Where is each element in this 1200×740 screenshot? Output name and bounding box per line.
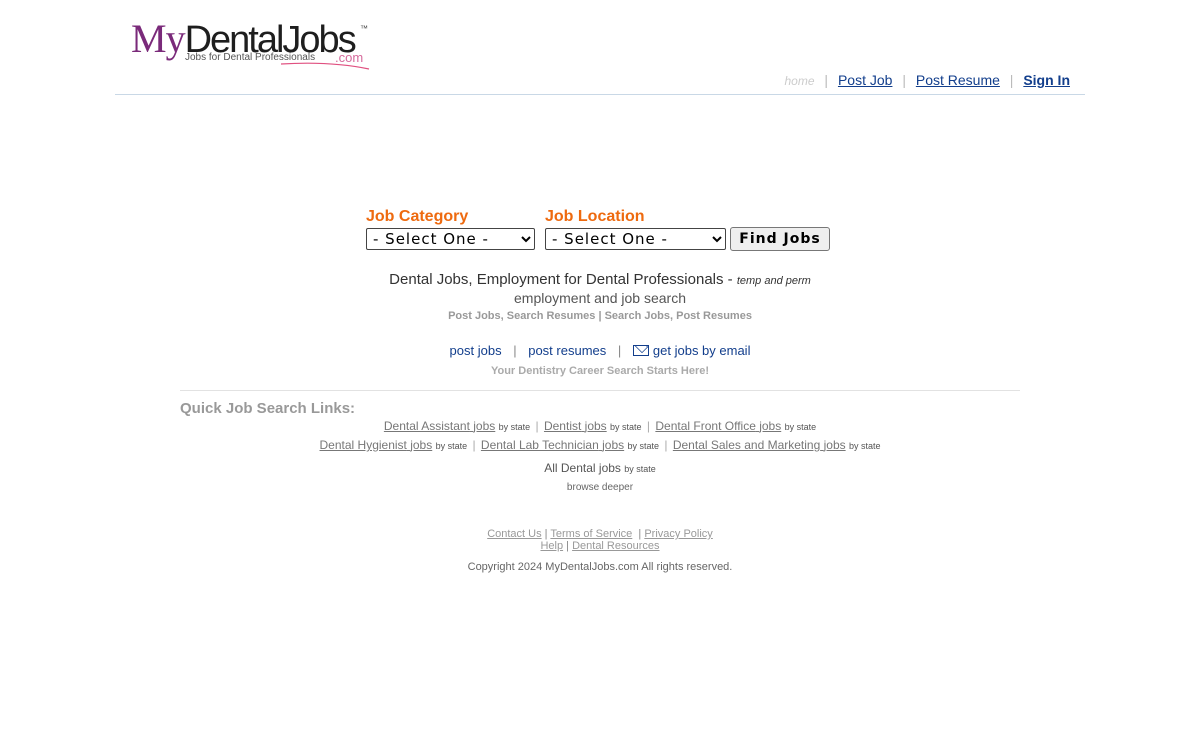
link-name: Dental Front Office bbox=[655, 419, 756, 433]
quick-links-row-2: Dental Hygienist jobs by state | Dental … bbox=[0, 438, 1200, 452]
nav-home[interactable]: home bbox=[785, 74, 815, 88]
link-name: Dental Hygienist bbox=[319, 438, 407, 452]
career-tagline: Your Dentistry Career Search Starts Here… bbox=[490, 365, 710, 377]
all-dental-jobs-row: All Dental jobs by state bbox=[0, 461, 1200, 475]
by-state-link[interactable]: by state bbox=[499, 422, 531, 432]
link-separator: | bbox=[535, 419, 539, 433]
quick-links-title: Quick Job Search Links: bbox=[180, 400, 356, 417]
get-jobs-by-email-label: get jobs by email bbox=[652, 343, 751, 358]
link-jobs: jobs bbox=[759, 419, 782, 433]
nav-separator: | bbox=[1009, 72, 1014, 88]
link-name: All Dental bbox=[544, 461, 596, 475]
link-name: Dental Sales and Marketing bbox=[672, 438, 821, 452]
by-state-link[interactable]: by state bbox=[610, 422, 642, 432]
dental-lab-technician-jobs-link[interactable]: Dental Lab Technician jobs bbox=[481, 438, 624, 452]
link-jobs: jobs bbox=[410, 438, 433, 452]
dental-front-office-jobs-link[interactable]: Dental Front Office jobs bbox=[655, 419, 781, 433]
link-separator: | bbox=[664, 438, 668, 452]
nav-separator: | bbox=[902, 72, 906, 88]
logo-swoosh-icon bbox=[280, 62, 370, 70]
link-jobs: jobs bbox=[602, 438, 625, 452]
post-resumes-link[interactable]: post resumes bbox=[528, 343, 606, 358]
browse-deeper-link[interactable]: browse deeper bbox=[0, 482, 1200, 493]
nav-post-job[interactable]: Post Job bbox=[838, 72, 892, 88]
tagline-line3: Post Jobs, Search Resumes | Search Jobs,… bbox=[448, 310, 752, 322]
by-state-link[interactable]: by state bbox=[785, 422, 817, 432]
footer-links-row-2: Help | Dental Resources bbox=[540, 540, 660, 552]
nav-separator: | bbox=[824, 72, 829, 88]
site-logo[interactable]: MyDentalJobs ™ Jobs for Dental Professio… bbox=[131, 18, 371, 70]
page-tagline: Dental Jobs, Employment for Dental Profe… bbox=[0, 271, 1200, 288]
contact-us-link[interactable]: Contact Us bbox=[487, 528, 541, 540]
dentist-jobs-link[interactable]: Dentist jobs bbox=[544, 419, 607, 433]
logo-trademark: ™ bbox=[360, 24, 368, 33]
link-separator: | bbox=[472, 438, 476, 452]
help-link[interactable]: Help bbox=[540, 540, 563, 552]
quick-links-row-1: Dental Assistant jobs by state | Dentist… bbox=[0, 419, 1200, 433]
footer-links-row-1: Contact Us | Terms of Service | Privacy … bbox=[487, 528, 713, 540]
get-jobs-by-email-link[interactable]: get jobs by email bbox=[632, 343, 751, 358]
dental-sales-marketing-jobs-link[interactable]: Dental Sales and Marketing jobs bbox=[673, 438, 846, 452]
job-category-label: Job Category bbox=[366, 208, 469, 225]
terms-of-service-link[interactable]: Terms of Service bbox=[550, 528, 632, 540]
privacy-policy-link[interactable]: Privacy Policy bbox=[644, 528, 712, 540]
link-jobs: jobs bbox=[584, 419, 607, 433]
tagline-headline: Dental Jobs, Employment for Dental Profe… bbox=[389, 271, 733, 288]
link-name: Dentist bbox=[543, 419, 582, 433]
dental-assistant-jobs-link[interactable]: Dental Assistant jobs bbox=[384, 419, 495, 433]
section-divider bbox=[180, 390, 1020, 391]
job-location-select[interactable]: - Select One - bbox=[545, 228, 726, 250]
by-state-link[interactable]: by state bbox=[624, 464, 656, 474]
post-jobs-word-post: post bbox=[449, 343, 475, 358]
by-state-link[interactable]: by state bbox=[436, 441, 468, 451]
dental-hygienist-jobs-link[interactable]: Dental Hygienist jobs bbox=[320, 438, 433, 452]
link-jobs: jobs bbox=[823, 438, 846, 452]
envelope-icon bbox=[632, 345, 649, 356]
nav-post-resume[interactable]: Post Resume bbox=[916, 72, 1000, 88]
by-state-link[interactable]: by state bbox=[849, 441, 881, 451]
copyright: Copyright 2024 MyDentalJobs.com All righ… bbox=[467, 561, 733, 573]
post-jobs-link[interactable]: post jobs bbox=[450, 343, 502, 358]
quicknav-separator: | bbox=[513, 343, 517, 358]
nav-sign-in[interactable]: Sign In bbox=[1023, 72, 1070, 88]
find-jobs-button[interactable]: Find Jobs bbox=[730, 227, 830, 251]
link-jobs: jobs bbox=[473, 419, 496, 433]
post-jobs-word-jobs: jobs bbox=[477, 343, 502, 358]
logo-my: My bbox=[131, 16, 186, 61]
job-location-label: Job Location bbox=[545, 208, 645, 225]
link-name: Dental Assistant bbox=[383, 419, 470, 433]
dental-resources-link[interactable]: Dental Resources bbox=[572, 540, 659, 552]
by-state-link[interactable]: by state bbox=[628, 441, 660, 451]
link-jobs: jobs bbox=[598, 461, 621, 475]
link-name: Dental Lab Technician bbox=[480, 438, 599, 452]
tagline-line2: employment and job search bbox=[514, 290, 686, 306]
link-separator: | bbox=[646, 419, 651, 433]
header-divider bbox=[115, 94, 1085, 95]
all-dental-jobs-link[interactable]: All Dental jobs bbox=[544, 461, 621, 475]
quick-nav: post jobs | post resumes | get jobs by e… bbox=[0, 343, 1200, 358]
top-nav: home | Post Job | Post Resume | Sign In bbox=[785, 72, 1071, 88]
tagline-italic: temp and perm bbox=[736, 275, 811, 287]
quicknav-separator: | bbox=[617, 343, 622, 358]
job-category-select[interactable]: - Select One - bbox=[366, 228, 535, 250]
